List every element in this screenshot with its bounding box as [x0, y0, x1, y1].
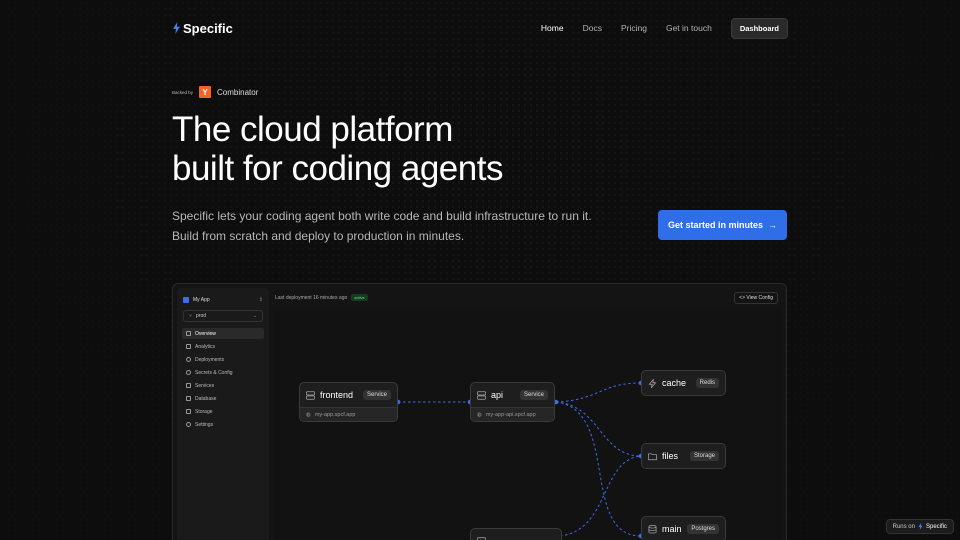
sidebar-item-label: Database	[195, 395, 217, 402]
nav-pricing[interactable]: Pricing	[621, 23, 647, 33]
folder-icon	[648, 452, 657, 460]
database-icon	[186, 396, 191, 401]
deployment-status: Last deployment 16 minutes ago active	[275, 294, 368, 301]
gear-icon	[186, 422, 191, 427]
storage-icon	[186, 409, 191, 414]
node-api[interactable]: api Service ◍ my-app-api.spcf.app	[470, 382, 555, 422]
sidebar-item-label: Secrets & Config	[195, 369, 233, 376]
env-value: prod	[196, 313, 207, 319]
app-name: My App	[193, 297, 210, 303]
grid-icon	[186, 331, 191, 336]
backed-by-badge[interactable]: Backed by Y Combinator	[172, 86, 258, 98]
runs-on-badge[interactable]: Runs on Specific	[885, 519, 954, 534]
node-frontend[interactable]: frontend Service ◍ my-app.spcf.app	[299, 382, 398, 422]
node-name: files	[662, 451, 679, 461]
database-icon	[648, 524, 657, 533]
server-icon	[306, 390, 315, 400]
bolt-icon	[918, 523, 923, 530]
yc-logo-icon: Y	[199, 86, 212, 98]
arrow-right-icon: →	[768, 220, 778, 230]
nav-links: Home Docs Pricing Get in touch Dashboard	[541, 17, 788, 39]
node-type-badge: Service	[362, 390, 391, 400]
brand-name: Specific	[183, 20, 233, 36]
sidebar-item-label: Services	[195, 382, 215, 389]
bolt-icon	[173, 22, 180, 34]
sidebar-item-label: Deployments	[195, 356, 225, 363]
nav-docs[interactable]: Docs	[583, 23, 602, 33]
nav-get-in-touch[interactable]: Get in touch	[666, 23, 712, 33]
rocket-icon	[186, 357, 191, 362]
get-started-button[interactable]: Get started in minutes →	[658, 210, 787, 240]
sidebar-item-analytics[interactable]: Analytics	[182, 341, 264, 352]
runs-on-brand: Specific	[925, 523, 947, 530]
sidebar-item-services[interactable]: Services	[182, 380, 264, 391]
app-selector[interactable]: My App ⇕	[183, 294, 263, 306]
hero-subtitle-line1: Specific lets your coding agent both wri…	[172, 209, 592, 223]
node-url[interactable]: ◍ my-app.spcf.app	[300, 407, 397, 421]
hero-subtitle: Specific lets your coding agent both wri…	[172, 206, 632, 246]
sidebar-item-settings[interactable]: Settings	[182, 419, 264, 430]
node-url-text: my-app.spcf.app	[314, 411, 356, 418]
hero-title-line1: The cloud platform	[172, 110, 453, 149]
sidebar-item-deployments[interactable]: Deployments	[182, 354, 264, 365]
node-type-badge: Redis	[695, 378, 719, 388]
node-url-text: my-app-api.spcf.app	[485, 411, 536, 418]
sidebar-item-secrets[interactable]: Secrets & Config	[182, 367, 264, 378]
sidebar-item-label: Storage	[195, 408, 213, 415]
server-icon	[477, 536, 486, 540]
server-icon	[186, 383, 191, 388]
node-type-badge: Service	[519, 390, 548, 400]
sidebar-item-overview[interactable]: Overview	[182, 328, 264, 339]
infra-canvas	[273, 308, 782, 540]
hero-title: The cloud platform built for coding agen…	[172, 110, 503, 188]
globe-icon: ◍	[306, 411, 311, 418]
nav-home[interactable]: Home	[541, 23, 564, 33]
hero-title-line2: built for coding agents	[172, 149, 503, 188]
yc-name: Combinator	[217, 87, 259, 97]
top-nav: Specific Home Docs Pricing Get in touch …	[172, 17, 788, 39]
sidebar-item-storage[interactable]: Storage	[182, 406, 264, 417]
chevron-down-icon: ⌄	[252, 313, 257, 319]
last-deployment-text: Last deployment 16 minutes ago	[275, 294, 348, 301]
node-name: main	[662, 524, 682, 534]
node-files[interactable]: files Storage	[641, 443, 726, 469]
node-partial[interactable]	[470, 528, 562, 540]
brand-logo[interactable]: Specific	[172, 21, 233, 36]
hero-subtitle-line2: Build from scratch and deploy to product…	[172, 229, 465, 243]
status-badge: active	[351, 294, 368, 301]
node-type-badge: Postgres	[687, 524, 719, 534]
app-icon	[183, 297, 189, 303]
node-url[interactable]: ◍ my-app-api.spcf.app	[471, 407, 554, 421]
node-name: cache	[662, 378, 687, 388]
backed-by-label: Backed by	[172, 89, 194, 95]
cta-label: Get started in minutes	[667, 220, 764, 230]
node-type-badge: Storage	[689, 451, 719, 461]
env-select[interactable]: ⑂ prod ⌄	[183, 310, 263, 322]
sidebar-item-label: Settings	[195, 421, 214, 428]
node-name: frontend	[320, 390, 354, 400]
view-config-button[interactable]: <> View Config	[734, 292, 778, 304]
server-icon	[477, 390, 486, 400]
sidebar-item-label: Analytics	[195, 343, 216, 350]
node-cache[interactable]: cache Redis	[641, 370, 726, 396]
sidebar-item-label: Overview	[195, 330, 216, 337]
runs-on-label: Runs on	[892, 523, 915, 530]
node-name: api	[491, 390, 504, 400]
globe-icon: ◍	[477, 411, 482, 418]
dashboard-button[interactable]: Dashboard	[730, 17, 788, 39]
sidebar-menu: Overview Analytics Deployments Secrets &…	[182, 328, 264, 432]
sidebar-item-database[interactable]: Database	[182, 393, 264, 404]
chevron-updown-icon: ⇕	[258, 297, 263, 303]
chart-icon	[186, 344, 191, 349]
app-sidebar: My App ⇕ ⑂ prod ⌄ Overview Analytics Dep…	[177, 288, 269, 540]
branch-icon: ⑂	[189, 313, 193, 319]
bolt-icon	[648, 378, 657, 388]
key-icon	[186, 370, 191, 375]
node-main[interactable]: main Postgres	[641, 516, 726, 540]
